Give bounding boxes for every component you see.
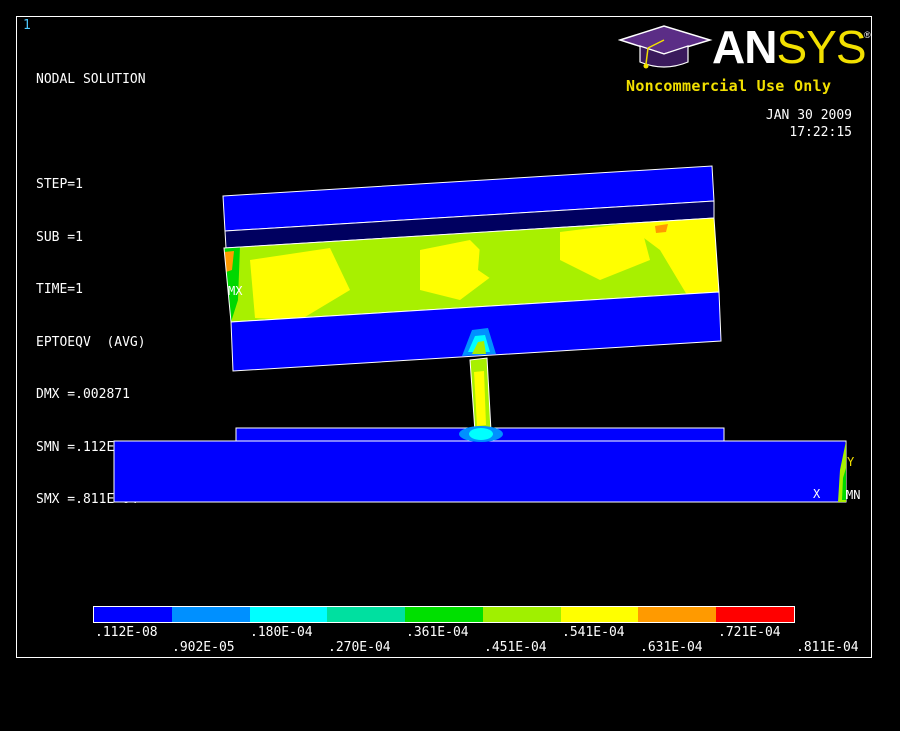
y-axis-marker: Y — [847, 455, 855, 469]
legend-label-7: .541E-04 — [562, 625, 625, 640]
legend-label-1: .112E-08 — [95, 625, 158, 640]
legend-label-8: .631E-04 — [640, 640, 703, 655]
max-marker: MX — [228, 284, 243, 298]
legend-label-4: .270E-04 — [328, 640, 391, 655]
legend-swatch-7 — [560, 607, 639, 622]
legend-swatch-9 — [716, 607, 795, 622]
contour-legend — [93, 606, 795, 623]
base-block — [113, 440, 847, 503]
legend-label-6: .451E-04 — [484, 640, 547, 655]
legend-label-2: .902E-05 — [172, 640, 235, 655]
legend-label-5: .361E-04 — [406, 625, 469, 640]
legend-swatch-6 — [482, 607, 561, 622]
legend-swatch-3 — [249, 607, 328, 622]
legend-label-3: .180E-04 — [250, 625, 313, 640]
x-axis-marker: X — [813, 487, 821, 501]
legend-swatch-8 — [638, 607, 717, 622]
legend-label-10: .811E-04 — [796, 640, 859, 655]
legend-swatch-1 — [94, 607, 172, 622]
legend-label-9: .721E-04 — [718, 625, 781, 640]
min-marker: MN — [846, 488, 861, 502]
legend-swatch-5 — [405, 607, 483, 622]
legend-swatch-2 — [171, 607, 250, 622]
legend-swatch-4 — [327, 607, 406, 622]
